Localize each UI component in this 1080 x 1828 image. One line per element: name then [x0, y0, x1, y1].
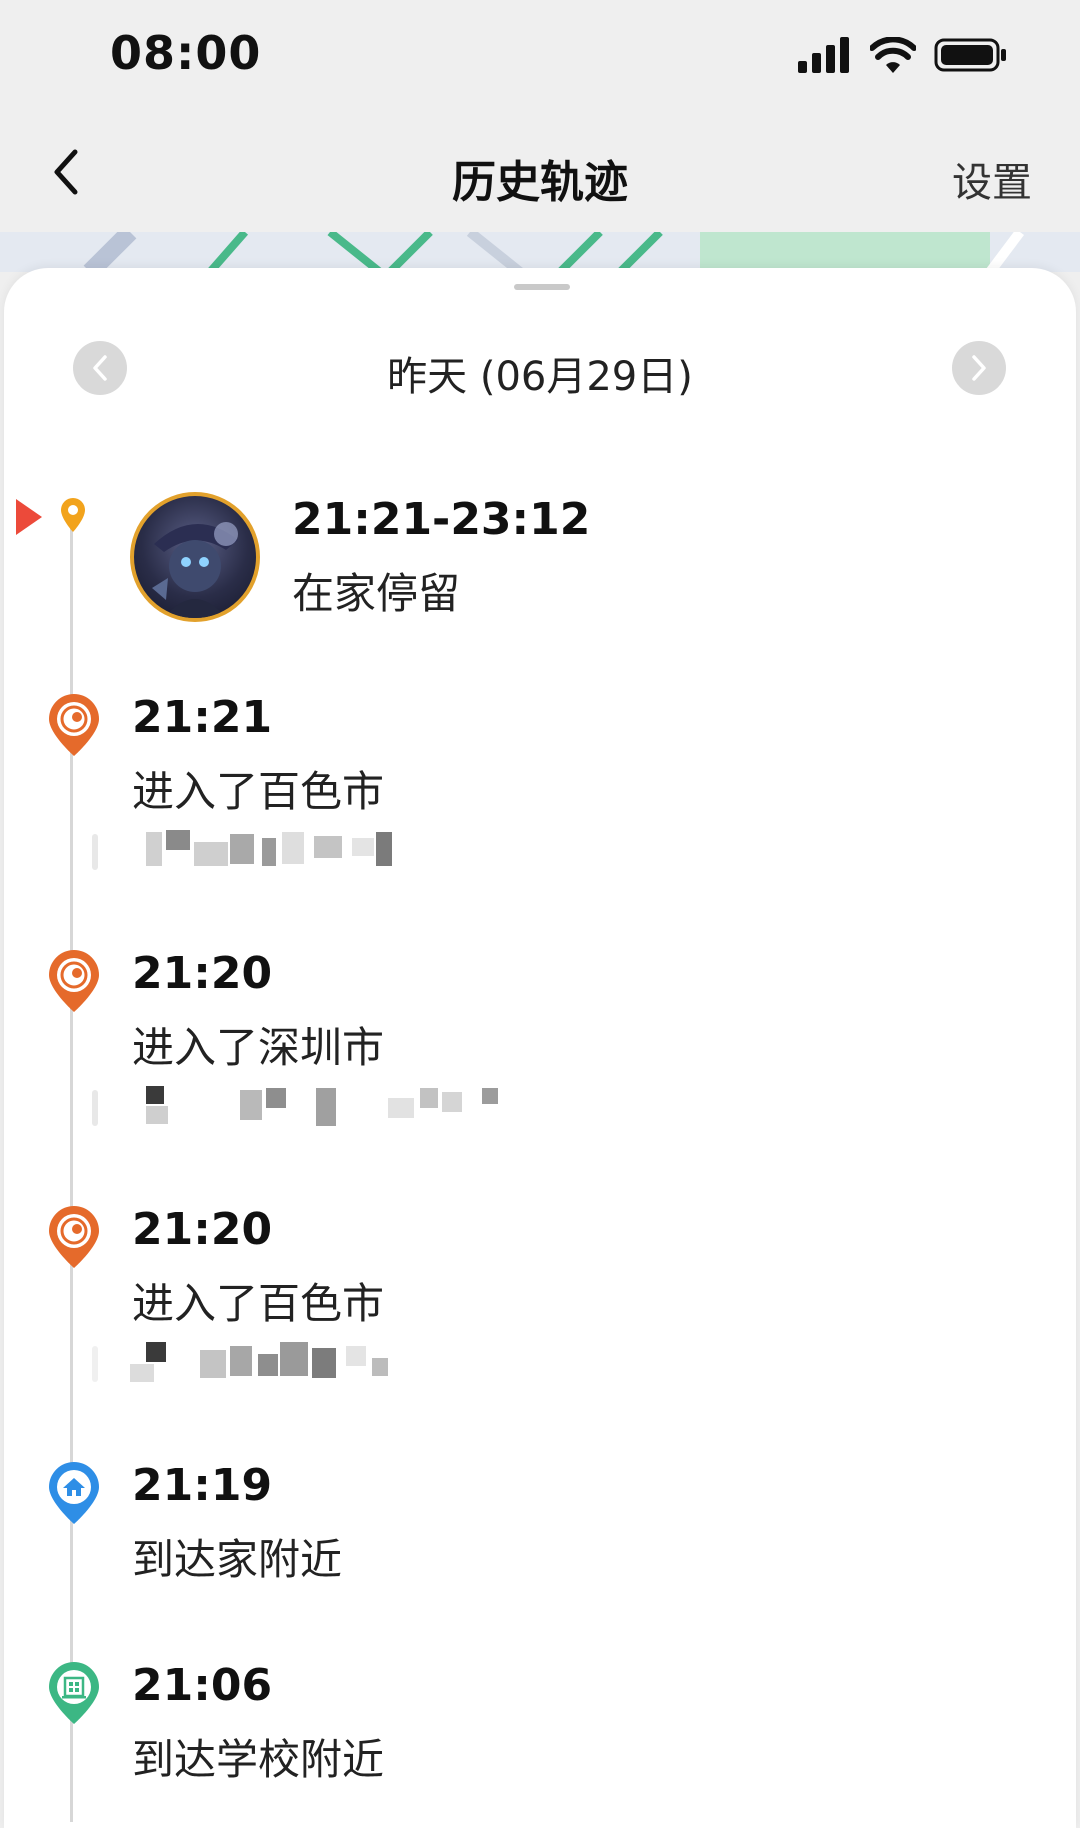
blurred-address	[92, 830, 392, 870]
entry-time: 21:20	[132, 948, 273, 999]
date-label: 昨天 (06月29日)	[387, 354, 693, 400]
map-roads	[0, 232, 1080, 272]
entry-time: 21:20	[132, 1204, 273, 1255]
entry-description: 进入了百色市	[132, 767, 385, 816]
entry-time: 21:21	[132, 692, 273, 743]
entry-description: 到达家附近	[132, 1535, 343, 1584]
city-enter-icon	[49, 694, 99, 756]
entry-description: 进入了深圳市	[132, 1023, 385, 1072]
settings-button[interactable]: 设置	[952, 150, 1032, 208]
wifi-icon	[870, 37, 916, 73]
stay-time-range: 21:21-23:12	[292, 494, 591, 545]
drag-handle[interactable]	[514, 284, 570, 290]
city-enter-icon	[49, 950, 99, 1012]
status-time: 08:00	[110, 26, 262, 80]
avatar-image	[152, 522, 238, 618]
date-selector: 昨天 (06月29日)	[4, 338, 1076, 400]
status-icons	[798, 32, 1008, 78]
current-position-icon	[16, 499, 42, 535]
next-day-button[interactable]	[952, 341, 1006, 395]
map-preview[interactable]	[0, 232, 1080, 272]
location-pin-icon	[61, 498, 85, 532]
nav-bar: 历史轨迹 设置	[0, 110, 1080, 235]
blurred-address	[92, 1342, 388, 1382]
entry-description: 到达学校附近	[132, 1735, 385, 1784]
battery-icon	[934, 38, 1006, 72]
status-bar: 08:00	[0, 0, 1080, 110]
school-icon	[49, 1662, 99, 1724]
blurred-address	[92, 1086, 498, 1126]
signal-icon	[798, 37, 849, 73]
entry-time: 21:06	[132, 1660, 273, 1711]
home-icon	[49, 1462, 99, 1524]
avatar[interactable]	[130, 492, 260, 622]
stay-description: 在家停留	[292, 569, 461, 618]
chevron-right-icon	[972, 355, 986, 381]
city-enter-icon	[49, 1206, 99, 1268]
entry-description: 进入了百色市	[132, 1279, 385, 1328]
entry-time: 21:19	[132, 1460, 273, 1511]
page-title: 历史轨迹	[452, 157, 628, 208]
